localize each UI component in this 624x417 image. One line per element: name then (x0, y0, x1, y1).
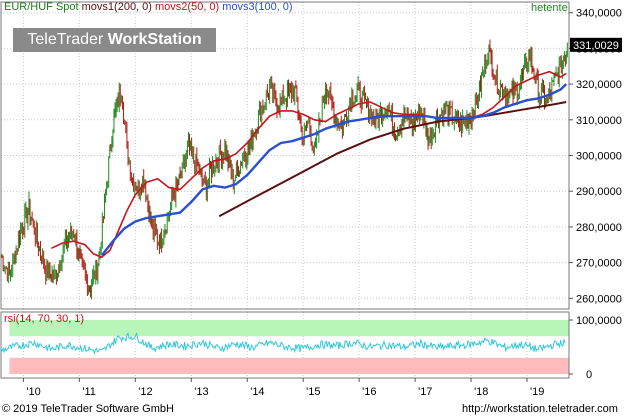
x-tick-label: '15 (306, 386, 320, 398)
main-y-tick-label: 270,0000 (576, 258, 622, 270)
period-label[interactable]: hetente (531, 2, 568, 15)
x-tick-label: '17 (418, 386, 432, 398)
main-y-tick-label: 300,0000 (576, 151, 622, 163)
chart-legend: EUR/HUF Spot movs1(200, 0) movs2(50, 0) … (4, 1, 293, 14)
legend-movs3[interactable]: movs3(100, 0) (222, 1, 292, 13)
x-axis: '10 '11 '12 '13 '14 '15 '16 '17 '18 '19 (22, 378, 544, 398)
rsi-panel[interactable]: 0 100,0000 (0, 311, 622, 381)
rsi-zones (9, 320, 569, 374)
main-y-tick-label: 340,0000 (576, 8, 622, 20)
x-tick-label: '14 (250, 386, 264, 398)
rsi-y-axis: 0 100,0000 (569, 315, 622, 381)
rsi-series-group (0, 332, 566, 355)
rsi-oversold-zone (9, 357, 569, 374)
x-tick-label: '10 (26, 386, 40, 398)
last-price-badge: 331,0029 (570, 37, 622, 52)
x-tick-label: '18 (474, 386, 488, 398)
x-tick-label: '19 (530, 386, 544, 398)
copyright-text: © 2019 TeleTrader Software GmbH (2, 403, 174, 415)
x-tick-label: '13 (194, 386, 208, 398)
main-y-tick-label: 260,0000 (576, 293, 622, 305)
rsi-legend[interactable]: rsi(14, 70, 30, 1) (4, 313, 84, 326)
series-rsi (0, 332, 566, 355)
instrument-name[interactable]: EUR/HUF Spot (4, 1, 79, 13)
rsi-y-tick-label: 0 (586, 369, 592, 381)
main-y-tick-label: 290,0000 (576, 186, 622, 198)
main-y-tick-label: 320,0000 (576, 79, 622, 91)
chart-frame: 260,0000 270,0000 280,0000 290,0000 300,0000… (0, 1, 622, 398)
main-series-group (0, 39, 568, 300)
last-price-label: 331,0029 (573, 40, 619, 52)
legend-movs2[interactable]: movs2(50, 0) (155, 1, 219, 13)
main-y-axis: 260,0000 270,0000 280,0000 290,0000 300,0000… (569, 8, 622, 305)
watermark-brand: TeleTrader (27, 31, 104, 48)
footer-url[interactable]: http://workstation.teletrader.com (462, 403, 618, 416)
series-movs2 (51, 70, 567, 258)
rsi-y-tick-label: 100,0000 (576, 315, 622, 327)
x-tick-label: '11 (82, 386, 96, 398)
main-y-tick-label: 280,0000 (576, 222, 622, 234)
x-tick-label: '16 (362, 386, 376, 398)
main-y-tick-label: 310,0000 (576, 115, 622, 127)
x-tick-label: '12 (138, 386, 152, 398)
watermark-product: WorkStation (107, 31, 202, 48)
watermark-logo: TeleTrader WorkStation (13, 28, 216, 52)
legend-movs1[interactable]: movs1(200, 0) (82, 1, 152, 13)
rsi-overbought-zone (9, 320, 569, 337)
